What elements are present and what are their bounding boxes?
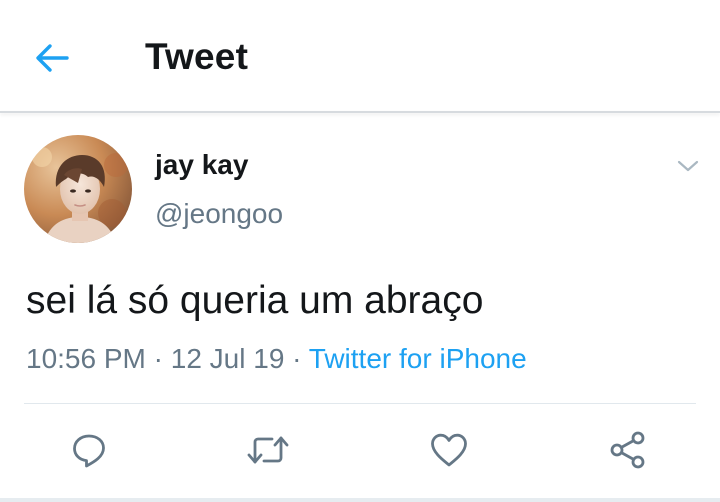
- tweet-detail-screen: Tweet jay kay @jeongoo sei lá só queria …: [0, 0, 720, 502]
- back-button[interactable]: [30, 38, 74, 78]
- page-title: Tweet: [145, 36, 249, 77]
- author-handle[interactable]: @jeongoo: [155, 198, 283, 230]
- tweet-source-link[interactable]: Twitter for iPhone: [309, 343, 527, 374]
- reply-icon: [73, 434, 105, 468]
- top-bar: Tweet: [0, 0, 720, 112]
- tweet-text: sei lá só queria um abraço: [26, 279, 484, 322]
- tweet-meta: 10:56 PM · 12 Jul 19 · Twitter for iPhon…: [26, 343, 527, 375]
- like-button[interactable]: [427, 428, 471, 472]
- tweet-date[interactable]: 12 Jul 19: [171, 343, 285, 374]
- meta-separator: ·: [153, 343, 163, 374]
- author-name[interactable]: jay kay: [155, 149, 248, 181]
- more-options-button[interactable]: [672, 150, 704, 182]
- avatar-photo: [24, 135, 132, 243]
- arrow-left-icon: [36, 44, 69, 72]
- tweet-time[interactable]: 10:56 PM: [26, 343, 146, 374]
- header-divider: [0, 111, 720, 113]
- retweet-icon: [247, 436, 289, 464]
- share-button[interactable]: [606, 428, 650, 472]
- bottom-divider: [0, 498, 720, 502]
- reply-button[interactable]: [67, 428, 111, 472]
- chevron-down-icon: [677, 160, 699, 172]
- share-icon: [610, 431, 645, 469]
- meta-separator: ·: [292, 343, 302, 374]
- avatar[interactable]: [24, 135, 132, 243]
- retweet-button[interactable]: [246, 428, 290, 472]
- actions-divider: [24, 403, 696, 404]
- heart-icon: [431, 433, 467, 467]
